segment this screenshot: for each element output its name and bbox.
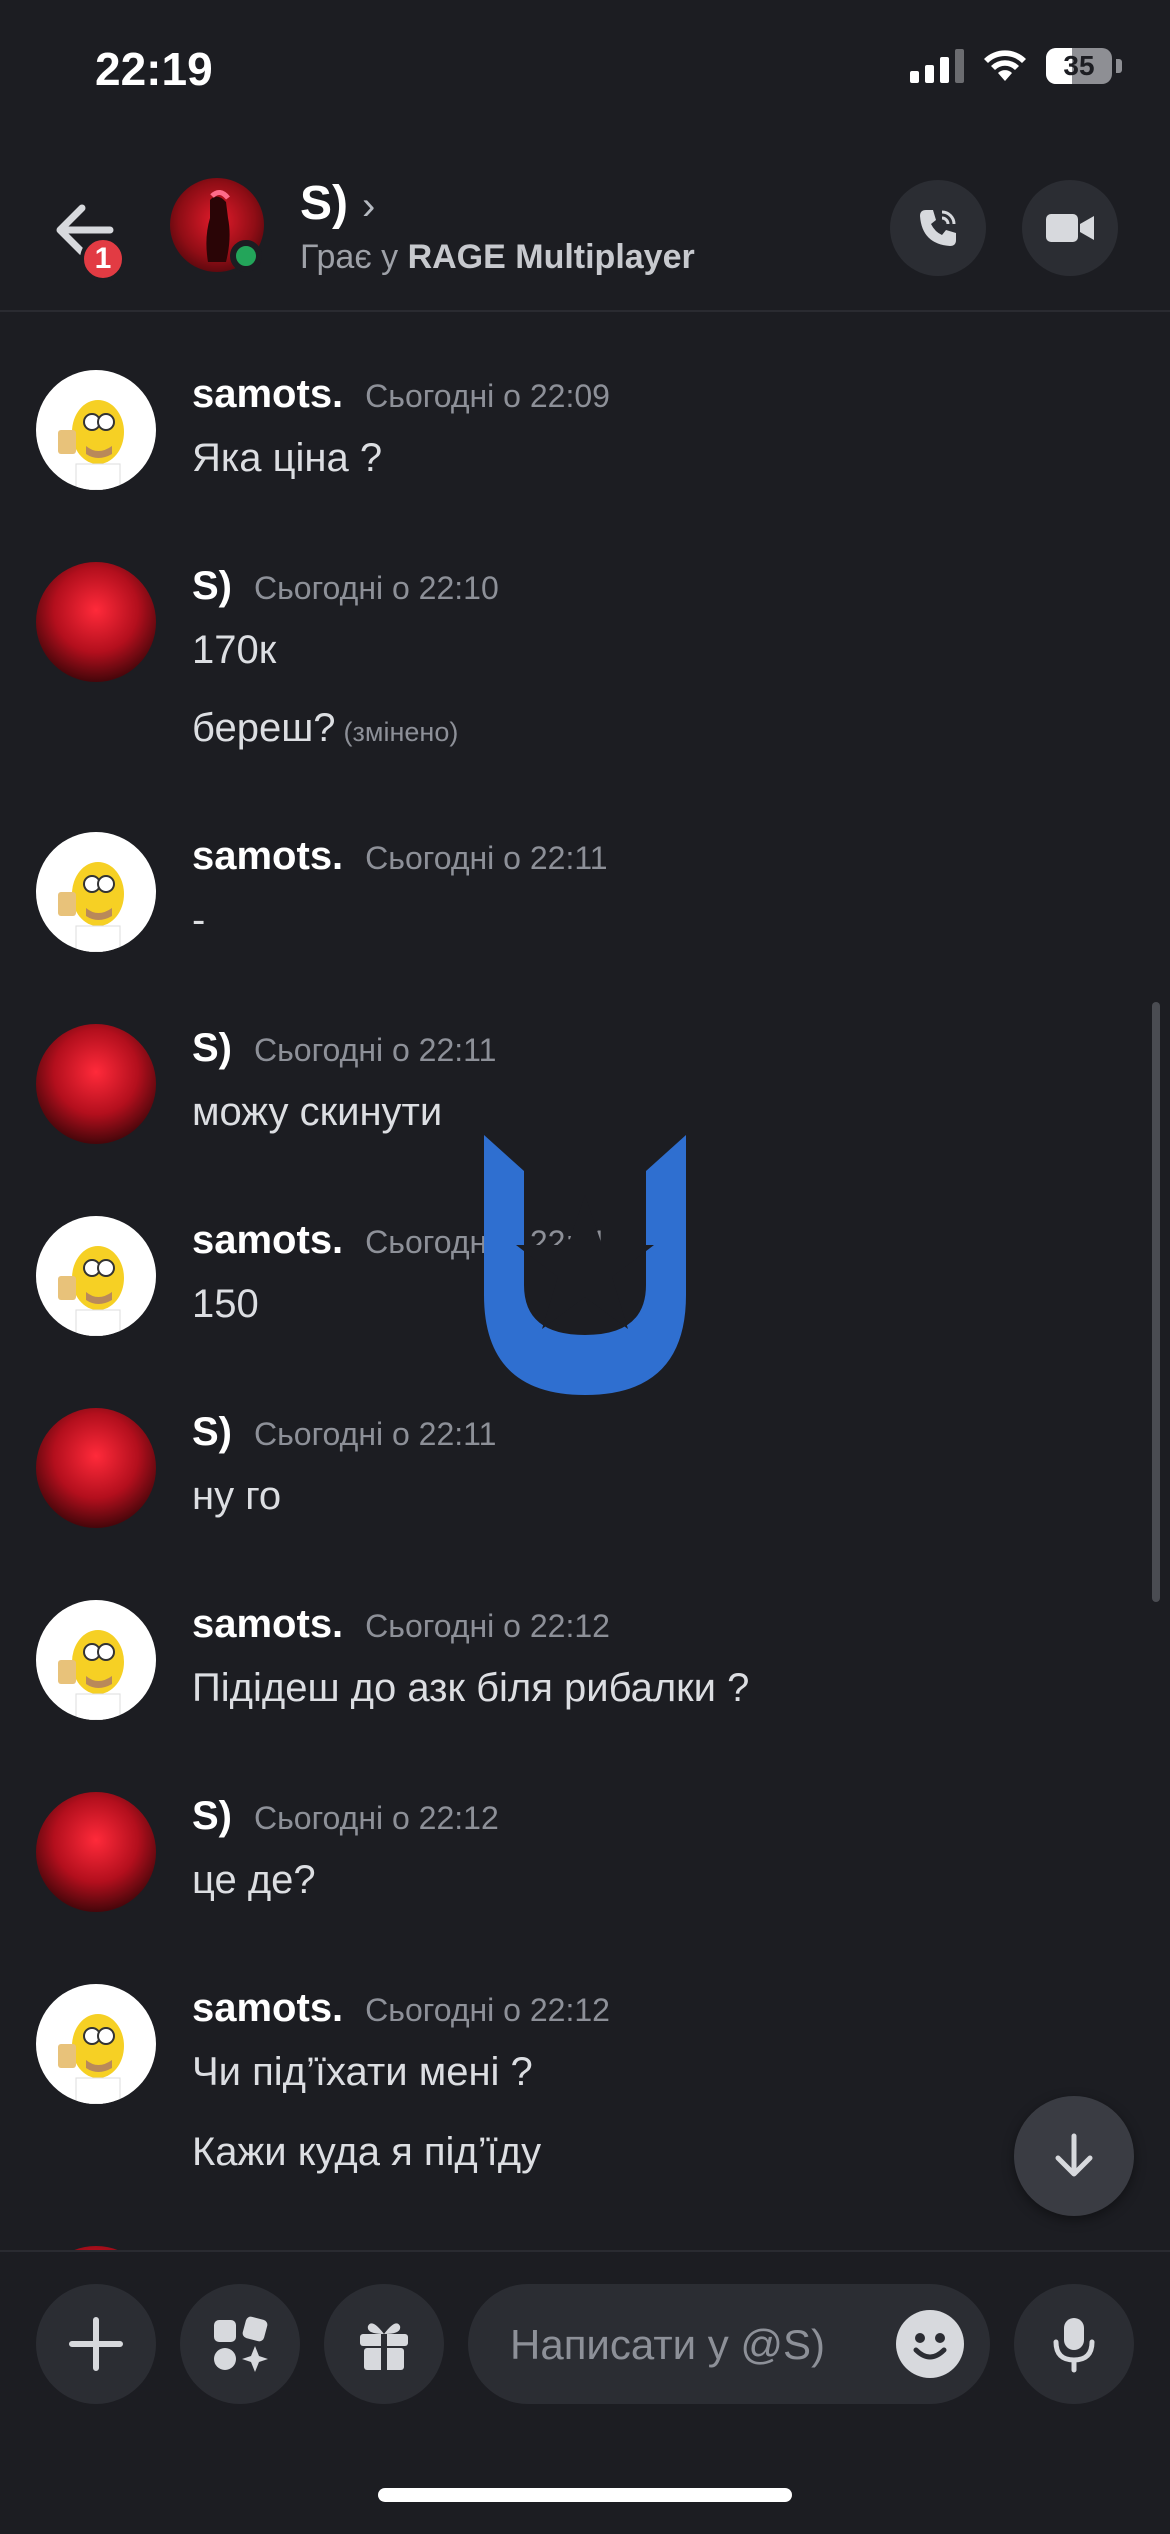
message-text: 150 [192, 1282, 259, 1326]
message-text: 170к [192, 628, 277, 672]
message-author[interactable]: samots. [192, 1602, 343, 1646]
message-input-box[interactable] [468, 2284, 990, 2406]
message-timestamp: Сьогодні о 22:12 [365, 1608, 610, 1644]
avatar[interactable] [36, 1984, 156, 2104]
home-indicator[interactable] [378, 2488, 792, 2502]
video-camera-icon [1046, 214, 1094, 242]
voice-message-button[interactable] [1014, 2284, 1134, 2404]
message-author[interactable]: S) [192, 1026, 232, 1070]
voice-call-button[interactable] [890, 180, 986, 276]
wifi-icon [984, 50, 1026, 81]
avatar[interactable] [36, 832, 156, 952]
emoji-icon [913, 2333, 947, 2360]
message-author[interactable]: S) [192, 1410, 232, 1454]
message-author[interactable]: samots. [192, 372, 343, 416]
avatar[interactable] [36, 1600, 156, 1720]
message-author[interactable]: S) [192, 564, 232, 608]
message-text: ну го [192, 1474, 282, 1518]
message-timestamp: Сьогодні о 22:09 [365, 378, 610, 414]
apps-button[interactable] [180, 2284, 300, 2404]
message-timestamp: Сьогодні о 22:11 [254, 1032, 497, 1068]
message-timestamp: Сьогодні о 22:11 [254, 1416, 497, 1452]
avatar[interactable] [36, 1792, 156, 1912]
message-timestamp: Сьогодні о 22:12 [254, 1800, 499, 1836]
jump-to-bottom-button[interactable] [1014, 2096, 1134, 2216]
scrollbar[interactable] [1152, 1002, 1160, 1602]
message-text: Кажи куда я під’їду [192, 2130, 542, 2174]
battery-level: 35 [1063, 50, 1095, 81]
microphone-icon [1053, 2318, 1095, 2373]
avatar[interactable] [36, 1024, 156, 1144]
unread-badge: 1 [80, 236, 126, 282]
message-author[interactable]: samots. [192, 834, 343, 878]
emoji-button[interactable] [896, 2310, 964, 2378]
apps-icon [214, 2316, 268, 2372]
chevron-right-icon[interactable]: › [362, 184, 375, 229]
message-author[interactable]: S) [192, 1794, 232, 1838]
battery-icon: 35 [1046, 48, 1112, 84]
status-icons: 35 [910, 48, 1122, 84]
avatar[interactable] [36, 1216, 156, 1336]
watermark-logo-icon [484, 1135, 686, 1395]
video-call-button[interactable] [1022, 180, 1118, 276]
message-text: - [192, 898, 206, 942]
avatar[interactable] [36, 562, 156, 682]
message-text: Підідеш до азк біля рибалки ? [192, 1666, 750, 1710]
message-text: Чи під’їхати мені ? [192, 2050, 533, 2094]
avatar[interactable] [36, 1408, 156, 1528]
online-status-dot [230, 240, 262, 272]
message-text: це де? [192, 1858, 316, 1902]
message-author[interactable]: samots. [192, 1986, 343, 2030]
arrow-down-icon [1055, 2133, 1093, 2177]
attach-button[interactable] [36, 2284, 156, 2404]
phone-call-icon [920, 210, 956, 246]
gift-button[interactable] [324, 2284, 444, 2404]
message-timestamp: Сьогодні о 22:12 [365, 1992, 610, 2028]
message-text: можу скинути [192, 1090, 443, 1134]
message-timestamp: Сьогодні о 22:10 [254, 570, 499, 606]
plus-icon [69, 2317, 123, 2371]
activity-status: Грає у RAGE Multiplayer [300, 238, 695, 276]
message-input[interactable] [508, 2284, 872, 2406]
message-timestamp: Сьогодні о 22:11 [365, 840, 608, 876]
contact-name[interactable]: S) [300, 176, 348, 231]
avatar[interactable] [36, 370, 156, 490]
cellular-signal-icon [910, 49, 964, 83]
message-author[interactable]: samots. [192, 1218, 343, 1262]
edited-label: (змінено) [343, 717, 459, 747]
status-time: 22:19 [95, 43, 213, 95]
message-text: береш? (змінено) [192, 706, 459, 750]
message-text: Яка ціна ? [192, 436, 383, 480]
status-bar: 22:19 35 [0, 0, 1170, 150]
gift-icon [360, 2323, 408, 2370]
chat-header: 1 S) › Грає у RAGE Multiplayer [0, 150, 1170, 312]
